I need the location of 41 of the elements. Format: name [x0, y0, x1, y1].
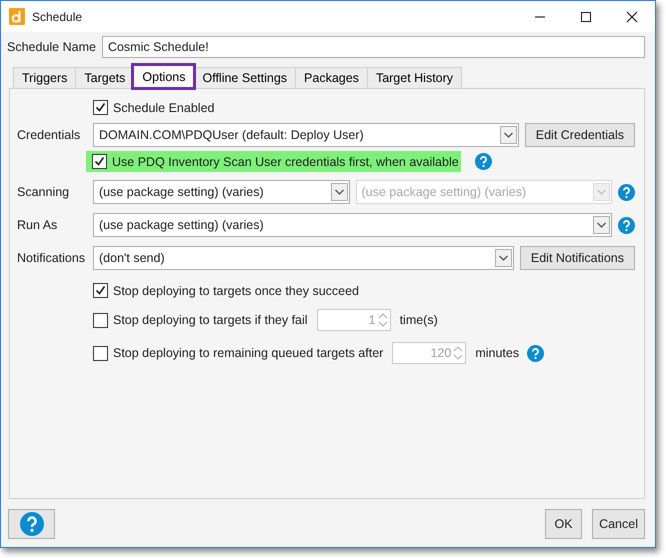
help-icon[interactable] — [618, 216, 635, 234]
field-label: Schedule Name — [7, 40, 96, 54]
checkbox-label[interactable]: Schedule Enabled — [113, 100, 214, 114]
checkbox-label[interactable]: Stop deploying to targets once they succeed — [113, 284, 359, 298]
notifications-dropdown[interactable]: (don't send) — [93, 246, 514, 270]
schedule-name-field[interactable]: Cosmic Schedule! — [102, 36, 645, 58]
dialog-button[interactable]: OK — [545, 509, 582, 539]
unit-label: minutes — [475, 346, 520, 360]
field-label: Credentials — [17, 128, 82, 142]
field-label: Run As — [17, 218, 58, 232]
window-title: Schedule — [32, 10, 84, 24]
app-logo-icon — [9, 8, 25, 25]
checkbox[interactable] — [92, 154, 107, 169]
help-icon[interactable] — [618, 184, 635, 200]
tab[interactable]: Packages — [295, 67, 368, 88]
checkbox[interactable] — [93, 100, 108, 115]
scanning-dropdown[interactable]: (use package setting) (varies) — [93, 180, 350, 204]
close-icon — [626, 10, 638, 22]
tab[interactable]: Target History — [366, 67, 462, 88]
checkbox[interactable] — [93, 283, 108, 298]
run-as-dropdown[interactable]: (use package setting) (varies) — [93, 213, 612, 237]
help-icon[interactable] — [527, 344, 544, 362]
edit-credentials-button[interactable]: Edit Credentials — [524, 123, 635, 147]
field-label: Notifications — [17, 251, 86, 265]
help-icon[interactable] — [474, 153, 492, 170]
tab[interactable]: Options — [133, 65, 194, 88]
help-button[interactable] — [8, 509, 55, 539]
tab[interactable]: Offline Settings — [193, 67, 296, 88]
checkbox[interactable] — [93, 346, 108, 360]
dialog-button[interactable]: Cancel — [592, 509, 645, 539]
unit-label: time(s) — [400, 313, 438, 327]
edit-notifications-button[interactable]: Edit Notifications — [520, 246, 635, 270]
checkbox-label[interactable]: Stop deploying to targets if they fail — [113, 313, 308, 327]
field-label: Scanning — [17, 185, 70, 199]
maximize-icon — [580, 10, 592, 22]
tab[interactable]: Triggers — [13, 67, 76, 88]
checkbox[interactable] — [93, 312, 108, 328]
checkbox-label[interactable]: Use PDQ Inventory Scan User credentials first, when available — [112, 154, 459, 168]
help-icon — [20, 512, 44, 536]
checkbox-label[interactable]: Stop deploying to remaining queued targets after — [113, 346, 384, 360]
credentials-dropdown[interactable]: DOMAIN.COM\PDQUser (default: Deploy User) — [93, 123, 519, 147]
